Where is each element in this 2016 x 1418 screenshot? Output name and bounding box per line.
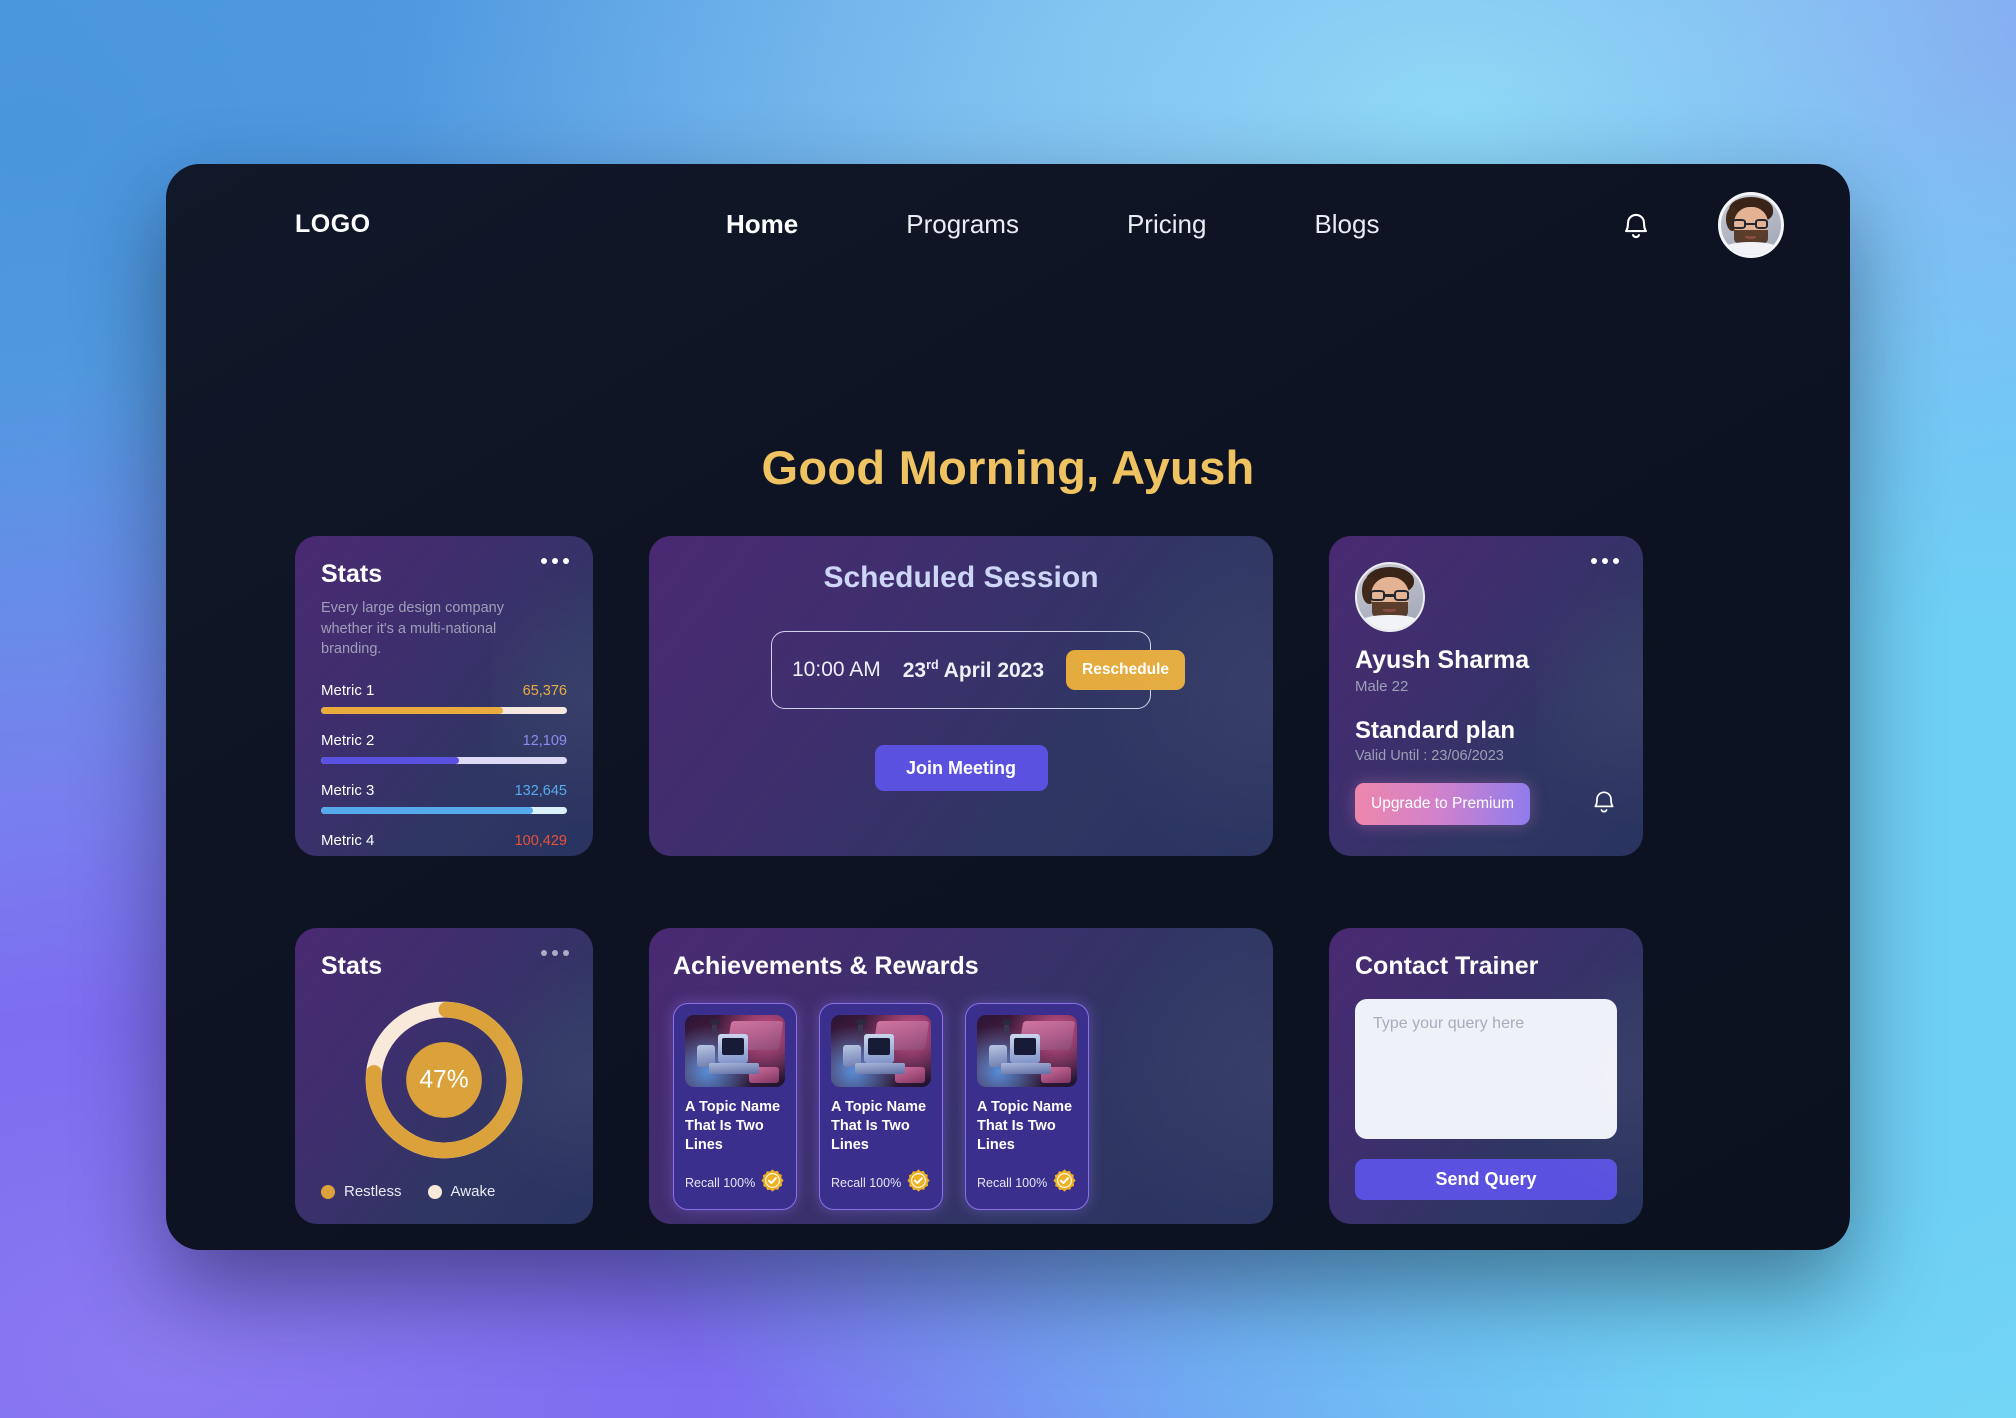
metrics-list: Metric 1 65,376 Metric 2 12,109 Metric 3… <box>321 682 567 856</box>
stats-metrics-column: Stats Every large design company whether… <box>295 536 593 856</box>
achievements-list: A Topic Name That Is Two Lines Recall 10… <box>673 1003 1249 1211</box>
metric-bar-fill <box>321 756 459 764</box>
metric-value: 132,645 <box>514 782 567 799</box>
send-query-button[interactable]: Send Query <box>1355 1158 1617 1200</box>
legend-color-swatch <box>321 1184 335 1199</box>
metric-row: Metric 1 65,376 <box>321 682 567 714</box>
achievement-recall: Recall 100% <box>831 1176 902 1191</box>
avatar-face <box>1357 564 1423 630</box>
achievements-title: Achievements & Rewards <box>673 952 979 980</box>
metric-label: Metric 4 <box>321 831 375 849</box>
sleep-stats-card: Stats 47% Restless Awake <box>295 928 593 1224</box>
donut-center-label: 47% <box>419 1067 468 1094</box>
session-date: 23rd April 2023 <box>902 657 1045 682</box>
metric-value: 100,429 <box>514 832 567 849</box>
achievement-recall: Recall 100% <box>685 1176 756 1191</box>
legend-item-awake: Awake <box>427 1183 496 1200</box>
profile-actions: Upgrade to Premium <box>1355 783 1617 825</box>
metric-bar-fill <box>321 806 533 814</box>
more-options-icon[interactable] <box>1591 558 1619 564</box>
achievement-item[interactable]: A Topic Name That Is Two Lines Recall 10… <box>819 1003 943 1211</box>
profile-card: Ayush Sharma Male 22 Standard plan Valid… <box>1329 536 1643 856</box>
join-meeting-button[interactable]: Join Meeting <box>874 745 1048 791</box>
metric-row: Metric 4 100,429 <box>321 832 567 856</box>
achievements-card: Achievements & Rewards A Topic Name That… <box>649 928 1273 1224</box>
upgrade-to-premium-button[interactable]: Upgrade to Premium <box>1355 783 1531 825</box>
achievement-recall: Recall 100% <box>977 1176 1048 1191</box>
dashboard-row-2: Stats 47% Restless Awake Achievements & … <box>295 928 1721 1224</box>
achievement-item[interactable]: A Topic Name That Is Two Lines Recall 10… <box>965 1003 1089 1211</box>
legend-color-swatch <box>427 1184 442 1199</box>
achievement-name: A Topic Name That Is Two Lines <box>831 1099 927 1154</box>
verified-badge-icon <box>1052 1168 1077 1198</box>
screen-root: LOGO Home Programs Pricing Blogs Good Mo… <box>0 0 2016 1418</box>
metric-label: Metric 2 <box>321 731 375 749</box>
metric-bar-track <box>321 806 567 814</box>
metric-bar-track <box>321 756 567 764</box>
metric-bar-fill <box>321 706 504 714</box>
nav-links: Home Programs Pricing Blogs <box>726 209 1487 240</box>
profile-valid-until: Valid Until : 23/06/2023 <box>1355 748 1504 764</box>
legend-label: Awake <box>450 1183 496 1200</box>
achievement-thumbnail <box>831 1015 931 1087</box>
donut-chart: 47% <box>321 977 567 1183</box>
profile-meta: Male 22 <box>1355 678 1409 695</box>
achievement-name: A Topic Name That Is Two Lines <box>977 1099 1073 1154</box>
contact-title: Contact Trainer <box>1355 952 1539 980</box>
achievements-column: Achievements & Rewards A Topic Name That… <box>649 928 1273 1224</box>
metric-bar-track <box>321 706 567 714</box>
nav-link-home[interactable]: Home <box>726 209 798 240</box>
verified-badge-icon <box>906 1168 931 1198</box>
achievement-thumbnail <box>685 1015 785 1087</box>
session-details-box: 10:00 AM 23rd April 2023 Reschedule <box>771 631 1186 709</box>
bell-icon[interactable] <box>1591 788 1617 821</box>
reschedule-button[interactable]: Reschedule <box>1066 650 1186 690</box>
stats-card-title: Stats <box>321 560 383 588</box>
donut-legend: Restless Awake <box>321 1183 567 1200</box>
avatar-face <box>1721 195 1781 255</box>
achievement-item[interactable]: A Topic Name That Is Two Lines Recall 10… <box>673 1003 797 1211</box>
navbar: LOGO Home Programs Pricing Blogs <box>166 164 1850 284</box>
session-time: 10:00 AM <box>792 658 881 681</box>
query-input[interactable] <box>1355 999 1617 1139</box>
profile-plan: Standard plan <box>1355 717 1516 744</box>
avatar[interactable] <box>1718 192 1784 258</box>
metric-value: 65,376 <box>522 682 567 699</box>
dashboard-row-1: Stats Every large design company whether… <box>295 536 1721 856</box>
nav-link-pricing[interactable]: Pricing <box>1127 209 1206 240</box>
donut-column: Stats 47% Restless Awake <box>295 928 593 1224</box>
metric-value: 12,109 <box>522 732 567 749</box>
contact-trainer-card: Contact Trainer Send Query <box>1329 928 1643 1224</box>
stats-metrics-card: Stats Every large design company whether… <box>295 536 593 856</box>
legend-item-restless: Restless <box>321 1183 402 1200</box>
nav-link-blogs[interactable]: Blogs <box>1314 209 1379 240</box>
metric-label: Metric 3 <box>321 781 375 799</box>
metric-label: Metric 1 <box>321 681 375 699</box>
logo[interactable]: LOGO <box>295 210 371 239</box>
metric-row: Metric 2 12,109 <box>321 732 567 764</box>
scheduled-session-card: Scheduled Session 10:00 AM 23rd April 20… <box>649 536 1273 856</box>
donut-chart-svg: 47% <box>365 1001 523 1159</box>
session-title: Scheduled Session <box>823 561 1099 594</box>
more-options-icon[interactable] <box>541 950 569 956</box>
more-options-icon[interactable] <box>541 558 569 564</box>
nav-link-programs[interactable]: Programs <box>906 209 1019 240</box>
page-title: Good Morning, Ayush <box>761 441 1255 494</box>
stats-card-subtitle: Every large design company whether it's … <box>321 600 504 658</box>
profile-column: Ayush Sharma Male 22 Standard plan Valid… <box>1329 536 1643 856</box>
profile-avatar <box>1355 562 1425 632</box>
legend-label: Restless <box>344 1183 402 1200</box>
session-column: Scheduled Session 10:00 AM 23rd April 20… <box>649 536 1273 856</box>
metric-row: Metric 3 132,645 <box>321 782 567 814</box>
bell-icon[interactable] <box>1621 210 1651 247</box>
verified-badge-icon <box>760 1168 785 1198</box>
profile-name: Ayush Sharma <box>1355 646 1530 674</box>
contact-column: Contact Trainer Send Query <box>1329 928 1643 1224</box>
achievement-thumbnail <box>977 1015 1077 1087</box>
achievement-name: A Topic Name That Is Two Lines <box>685 1099 781 1154</box>
app-panel: LOGO Home Programs Pricing Blogs Good Mo… <box>166 164 1850 1250</box>
